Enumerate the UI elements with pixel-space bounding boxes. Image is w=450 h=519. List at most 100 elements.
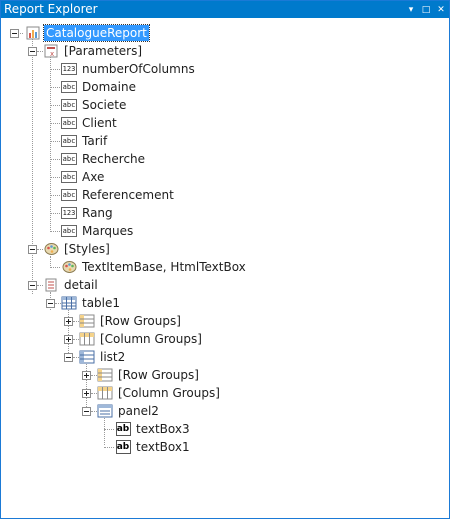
collapse-toggle[interactable] — [64, 353, 73, 362]
palette-icon — [61, 259, 77, 275]
tree-node-parameter[interactable]: abc Recherche — [61, 150, 147, 168]
icon-glyph: abc — [61, 153, 77, 165]
tree-node-label: Marques — [82, 224, 134, 238]
palette-icon — [43, 241, 59, 257]
column-groups-icon — [79, 331, 95, 347]
tree-node-label: Referencement — [82, 188, 174, 202]
tree-node-style-rule[interactable]: TextItemBase, HtmlTextBox — [61, 258, 248, 276]
icon-glyph: ab — [115, 440, 131, 454]
icon-glyph: abc — [61, 117, 77, 129]
tree-guide-line — [32, 39, 33, 294]
icon-glyph: 123 — [61, 63, 77, 75]
tree-node-label: CatalogueReport — [43, 24, 150, 42]
text-param-icon: abc — [61, 115, 77, 131]
collapse-toggle[interactable] — [46, 299, 55, 308]
text-param-icon: abc — [61, 151, 77, 167]
tree-guide-line — [50, 141, 60, 142]
tree-guide-line — [50, 177, 60, 178]
tree-node-row-groups[interactable]: [Row Groups] — [79, 312, 183, 330]
text-param-icon: abc — [61, 187, 77, 203]
tree-node-label: detail — [64, 278, 98, 292]
tree-guide-line — [50, 231, 60, 232]
report-explorer-window: Report Explorer ▾ □ ✕ CatalogueReport x … — [0, 0, 450, 519]
parameters-icon: x — [43, 43, 59, 59]
tree-node-textbox3[interactable]: ab textBox3 — [115, 420, 192, 438]
list-icon — [79, 349, 95, 365]
textbox-icon: ab — [115, 421, 131, 437]
collapse-toggle[interactable] — [28, 245, 37, 254]
tree-node-label: Recherche — [82, 152, 146, 166]
tree-node-list2[interactable]: list2 — [79, 348, 127, 366]
tree-node-row-groups[interactable]: [Row Groups] — [97, 366, 201, 384]
tree-node-parameter[interactable]: abc Tarif — [61, 132, 109, 150]
tree-node-label: Tarif — [82, 134, 108, 148]
tree-node-parameter[interactable]: 123 Rang — [61, 204, 115, 222]
tree-node-parameters[interactable]: x [Parameters] — [43, 42, 144, 60]
tree-guide-line — [50, 69, 60, 70]
expand-toggle[interactable] — [82, 389, 91, 398]
float-window-icon[interactable]: □ — [420, 4, 432, 16]
collapse-toggle[interactable] — [82, 407, 91, 416]
tree-node-parameter[interactable]: abc Axe — [61, 168, 106, 186]
title-bar: Report Explorer ▾ □ ✕ — [1, 1, 449, 18]
tree-node-label: list2 — [100, 350, 126, 364]
tree-guide-line — [104, 447, 114, 448]
tree-node-label: [Row Groups] — [100, 314, 181, 328]
expand-toggle[interactable] — [82, 371, 91, 380]
tree-node-table1[interactable]: table1 — [61, 294, 122, 312]
tree-node-parameter[interactable]: abc Marques — [61, 222, 135, 240]
tree-node-label: [Styles] — [64, 242, 110, 256]
tree-node-parameter[interactable]: abc Domaine — [61, 78, 138, 96]
tree-node-label: [Column Groups] — [100, 332, 202, 346]
textbox-icon: ab — [115, 439, 131, 455]
report-icon — [25, 25, 41, 41]
tree-node-column-groups[interactable]: [Column Groups] — [79, 330, 204, 348]
tree-node-label: [Parameters] — [64, 44, 143, 58]
tree-guide-line — [104, 429, 114, 430]
tree-node-parameter[interactable]: 123 numberOfColumns — [61, 60, 197, 78]
tree-node-label: TextItemBase, HtmlTextBox — [82, 260, 246, 274]
tree-node-label: table1 — [82, 296, 121, 310]
icon-glyph: abc — [61, 135, 77, 147]
svg-text:x: x — [50, 50, 54, 58]
tree-node-label: Societe — [82, 98, 127, 112]
collapse-toggle[interactable] — [10, 29, 19, 38]
close-icon[interactable]: ✕ — [435, 4, 447, 16]
tree-node-textbox1[interactable]: ab textBox1 — [115, 438, 192, 456]
tree-guide-line — [50, 105, 60, 106]
text-param-icon: abc — [61, 169, 77, 185]
tree-node-catalogue-report[interactable]: CatalogueReport — [25, 24, 150, 42]
tree-guide-line — [50, 87, 60, 88]
tree-node-styles[interactable]: [Styles] — [43, 240, 112, 258]
dropdown-icon[interactable]: ▾ — [405, 4, 417, 16]
tree-node-label: Rang — [82, 206, 113, 220]
panel-icon — [97, 403, 113, 419]
collapse-toggle[interactable] — [28, 281, 37, 290]
tree-node-label: numberOfColumns — [82, 62, 195, 76]
icon-glyph: abc — [61, 81, 77, 93]
tree-node-parameter[interactable]: abc Referencement — [61, 186, 176, 204]
tree-guide-line — [104, 418, 105, 445]
expand-toggle[interactable] — [64, 317, 73, 326]
tree-node-parameter[interactable]: abc Client — [61, 114, 119, 132]
tree-node-parameter[interactable]: abc Societe — [61, 96, 128, 114]
row-groups-icon — [97, 367, 113, 383]
tree-node-detail[interactable]: detail — [43, 276, 100, 294]
tree-node-panel2[interactable]: panel2 — [97, 402, 161, 420]
number-param-icon: 123 — [61, 61, 77, 77]
expand-toggle[interactable] — [64, 335, 73, 344]
table-icon — [61, 295, 77, 311]
tree-node-label: Axe — [82, 170, 105, 184]
tree-node-label: Domaine — [82, 80, 136, 94]
row-groups-icon — [79, 313, 95, 329]
tree-node-label: [Row Groups] — [118, 368, 199, 382]
collapse-toggle[interactable] — [28, 47, 37, 56]
icon-glyph: 123 — [61, 207, 77, 219]
tree-node-label: [Column Groups] — [118, 386, 220, 400]
panel-title: Report Explorer — [4, 2, 98, 16]
icon-glyph: abc — [61, 189, 77, 201]
tree-node-label: Client — [82, 116, 117, 130]
text-param-icon: abc — [61, 223, 77, 239]
tree-node-column-groups[interactable]: [Column Groups] — [97, 384, 222, 402]
icon-glyph: abc — [61, 171, 77, 183]
